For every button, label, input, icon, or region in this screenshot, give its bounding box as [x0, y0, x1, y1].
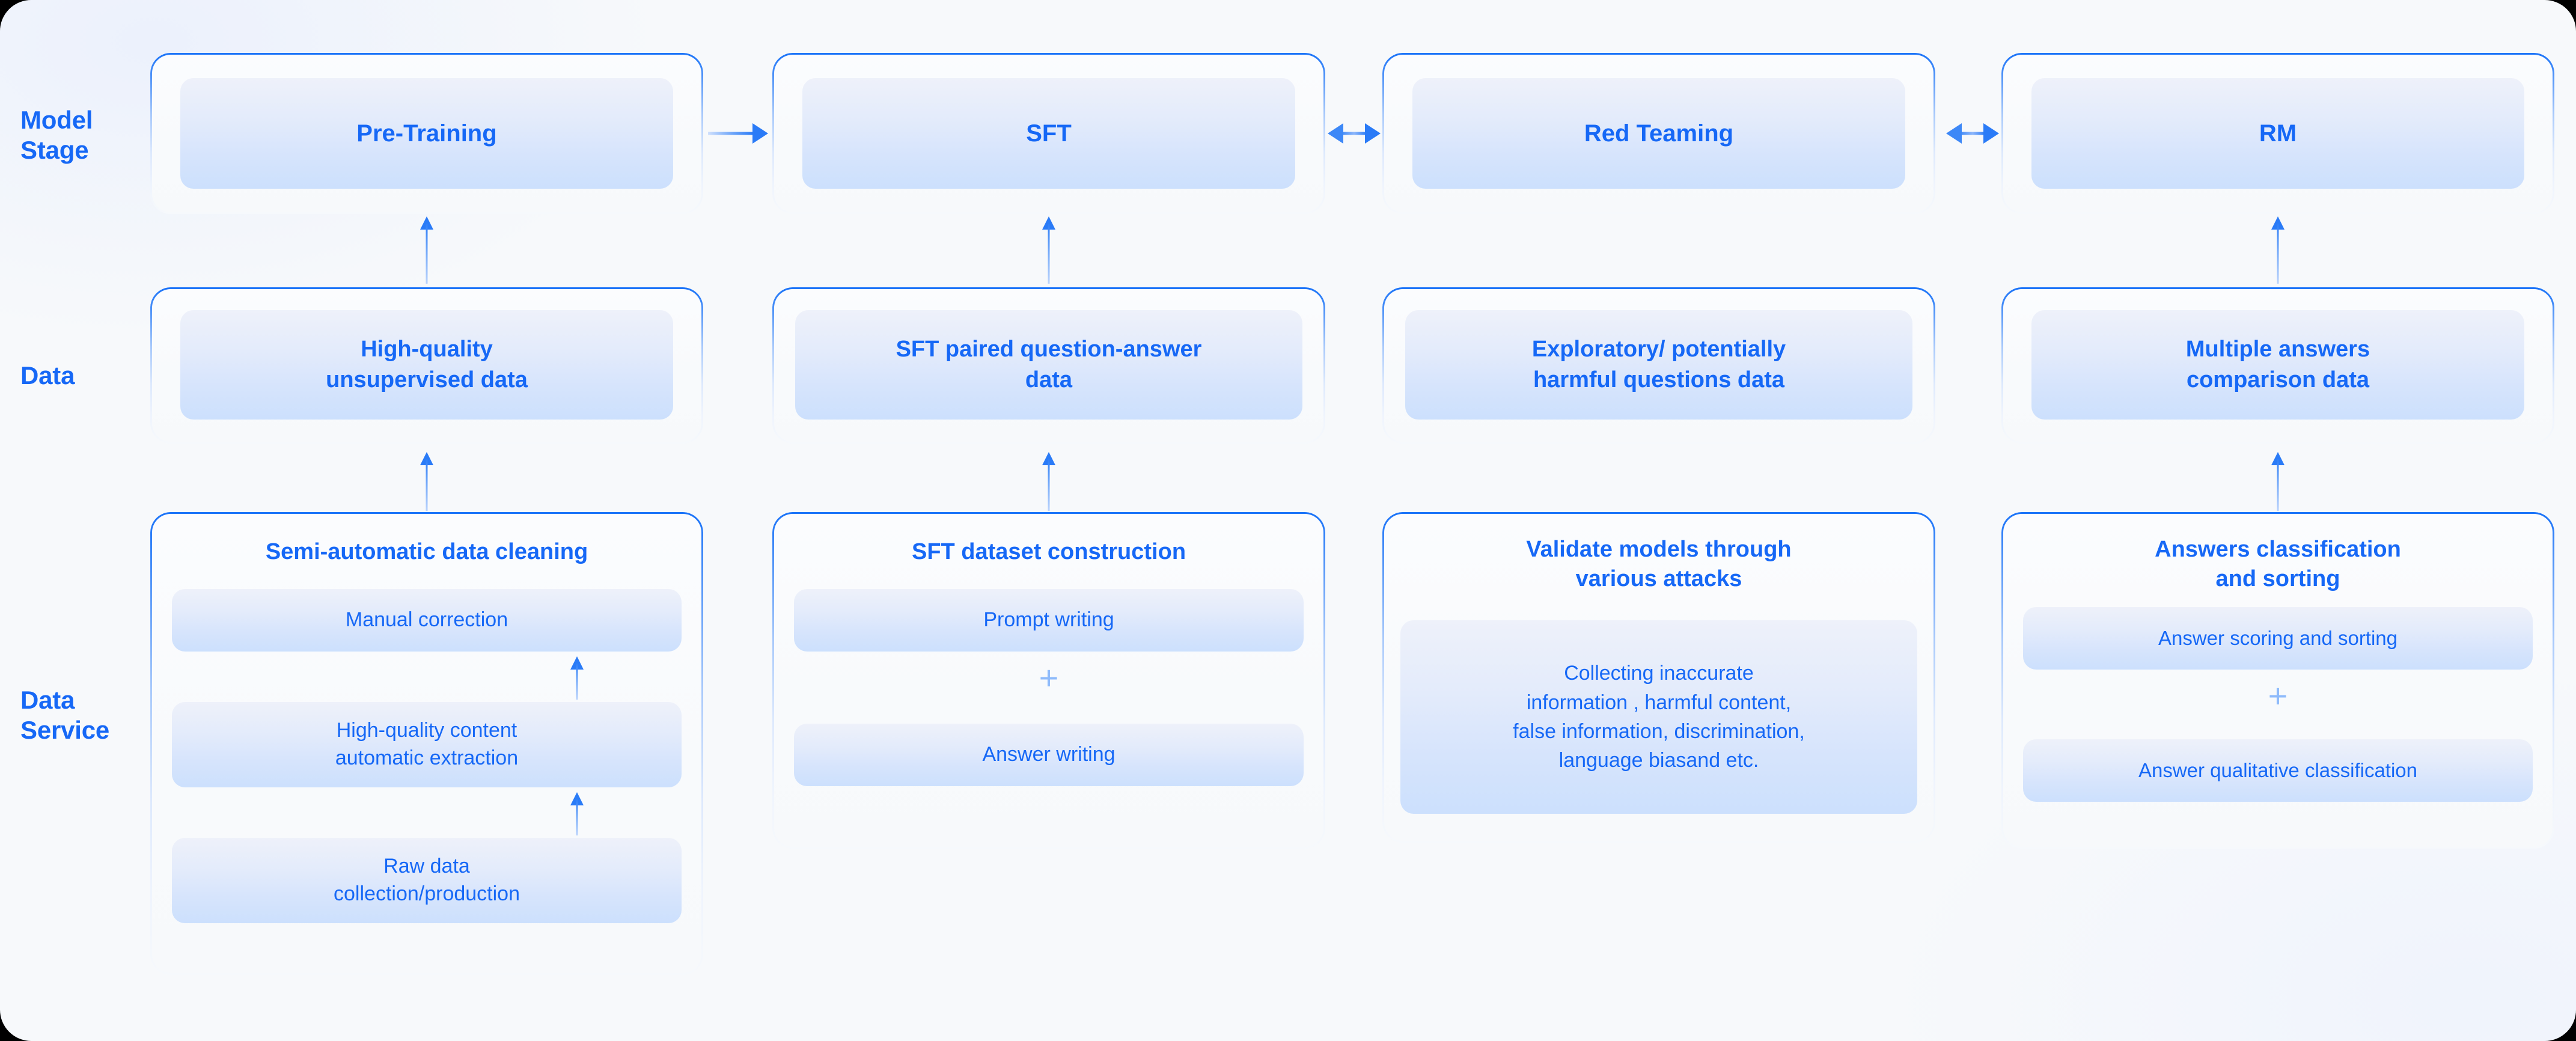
service-card-pretraining[interactable]: Semi-automatic data cleaning Manual corr… [150, 512, 703, 975]
model-stage-card-sft[interactable]: SFT [772, 53, 1325, 214]
service-item-pretraining-2[interactable]: Raw data collection/production [172, 838, 682, 923]
diagram-grid: Model Stage Data Data Service Pre-Traini… [0, 0, 2576, 1041]
model-stage-label-pretraining: Pre-Training [356, 120, 497, 147]
diagram-canvas: Model Stage Data Data Service Pre-Traini… [0, 0, 2576, 1041]
arrow-up-data-to-stage-pretraining [417, 216, 437, 284]
data-chip-sft: SFT paired question-answer data [795, 310, 1302, 420]
service-title-sft: SFT dataset construction [911, 539, 1186, 564]
row-label-model-stage: Model Stage [20, 106, 93, 164]
service-card-red-teaming[interactable]: Validate models through various attacks … [1382, 512, 1935, 843]
data-label-pretraining: High-quality unsupervised data [326, 337, 528, 392]
data-label-rm: Multiple answers comparison data [2185, 337, 2370, 392]
model-stage-card-pretraining[interactable]: Pre-Training [150, 53, 703, 214]
service-item-sft-0[interactable]: Prompt writing [794, 589, 1304, 652]
service-item-label-rm-1: Answer qualitative classification [2138, 759, 2418, 781]
data-chip-red-teaming: Exploratory/ potentially harmful questio… [1405, 310, 1912, 420]
model-stage-label-red-teaming: Red Teaming [1584, 120, 1734, 147]
service-item-sft-1[interactable]: Answer writing [794, 724, 1304, 786]
service-item-label-rm-0: Answer scoring and sorting [2158, 626, 2398, 649]
service-item-label-pretraining-0: Manual correction [345, 608, 508, 632]
service-card-rm[interactable]: Answers classification and sorting Answe… [2001, 512, 2554, 849]
model-stage-chip-sft: SFT [802, 78, 1295, 189]
service-item-red-teaming-0[interactable]: Collecting inaccurate information , harm… [1400, 620, 1917, 814]
service-title-rm: Answers classification and sorting [2155, 537, 2401, 591]
data-label-sft: SFT paired question-answer data [896, 337, 1202, 392]
model-stage-chip-red-teaming: Red Teaming [1412, 78, 1905, 189]
model-stage-card-rm[interactable]: RM [2001, 53, 2554, 214]
data-chip-pretraining: High-quality unsupervised data [180, 310, 673, 420]
data-card-sft[interactable]: SFT paired question-answer data [772, 287, 1325, 444]
arrow-up-service-to-data-rm [2268, 452, 2288, 511]
model-stage-label-rm: RM [2259, 120, 2297, 147]
model-stage-label-sft: SFT [1026, 120, 1072, 147]
data-card-rm[interactable]: Multiple answers comparison data [2001, 287, 2554, 444]
service-item-rm-1[interactable]: Answer qualitative classification [2023, 739, 2533, 802]
data-card-pretraining[interactable]: High-quality unsupervised data [150, 287, 703, 444]
service-item-label-pretraining-1: High-quality content automatic extractio… [335, 719, 519, 769]
model-stage-chip-pretraining: Pre-Training [180, 78, 673, 189]
arrow-sft-to-red-teaming [1328, 123, 1381, 144]
row-label-data: Data [20, 361, 75, 389]
service-item-label-red-teaming-0: Collecting inaccurate information , harm… [1513, 662, 1805, 772]
service-item-label-sft-1: Answer writing [982, 743, 1116, 766]
arrow-up-service-pretraining-2 [567, 792, 587, 835]
service-item-rm-0[interactable]: Answer scoring and sorting [2023, 607, 2533, 670]
service-title-pretraining: Semi-automatic data cleaning [265, 539, 588, 564]
row-label-data-service: Data Service [20, 686, 110, 744]
service-item-label-pretraining-2: Raw data collection/production [334, 855, 520, 905]
service-item-pretraining-1[interactable]: High-quality content automatic extractio… [172, 702, 682, 787]
arrow-red-teaming-to-rm [1946, 123, 1999, 144]
service-title-red-teaming: Validate models through various attacks [1526, 537, 1792, 591]
arrow-pretraining-to-sft [708, 123, 768, 144]
data-chip-rm: Multiple answers comparison data [2031, 310, 2524, 420]
arrow-up-data-to-stage-rm [2268, 216, 2288, 284]
plus-separator-rm: + [2268, 677, 2288, 715]
data-card-red-teaming[interactable]: Exploratory/ potentially harmful questio… [1382, 287, 1935, 444]
model-stage-card-red-teaming[interactable]: Red Teaming [1382, 53, 1935, 214]
arrow-up-service-to-data-sft [1039, 452, 1059, 511]
arrow-up-data-to-stage-sft [1039, 216, 1059, 284]
service-item-label-sft-0: Prompt writing [983, 608, 1114, 632]
model-stage-chip-rm: RM [2031, 78, 2524, 189]
data-label-red-teaming: Exploratory/ potentially harmful questio… [1531, 337, 1786, 392]
service-item-pretraining-0[interactable]: Manual correction [172, 589, 682, 652]
plus-separator-sft: + [1039, 659, 1059, 697]
arrow-up-service-to-data-pretraining [417, 452, 437, 511]
service-card-sft[interactable]: SFT dataset construction Prompt writing … [772, 512, 1325, 849]
arrow-up-service-pretraining-1 [567, 656, 587, 700]
